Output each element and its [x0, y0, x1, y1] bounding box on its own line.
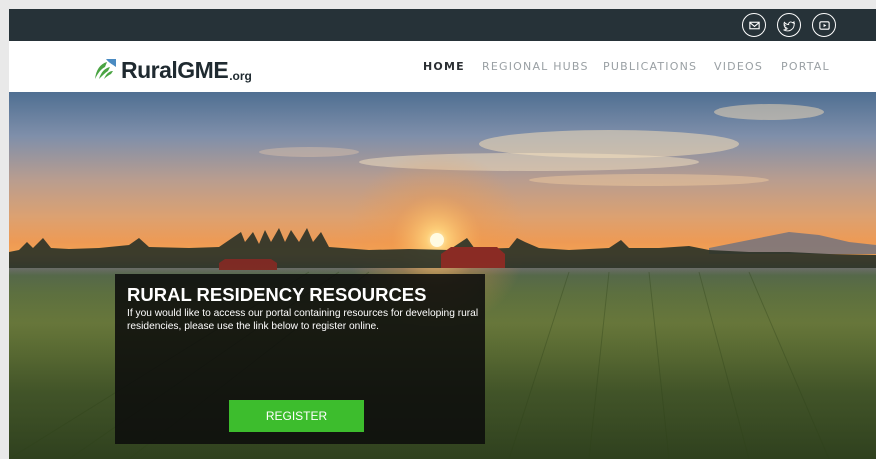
- leaf-icon: [95, 59, 116, 79]
- nav-regional-hubs[interactable]: REGIONAL HUBS: [482, 41, 589, 92]
- hero-banner: RURAL RESIDENCY RESOURCES If you would l…: [9, 92, 876, 459]
- navbar: RuralGME .org HOME REGIONAL HUBS PUBLICA…: [9, 41, 876, 92]
- nav-portal[interactable]: PORTAL: [781, 41, 830, 92]
- browser-viewport: RuralGME .org HOME REGIONAL HUBS PUBLICA…: [9, 9, 876, 459]
- logo-suffix: .org: [229, 69, 252, 83]
- register-button[interactable]: REGISTER: [229, 400, 364, 432]
- twitter-icon[interactable]: [777, 13, 801, 37]
- hero-description: If you would like to access our portal c…: [127, 308, 479, 332]
- hero-info-panel: RURAL RESIDENCY RESOURCES If you would l…: [115, 274, 485, 444]
- top-bar: [9, 9, 876, 41]
- nav-publications[interactable]: PUBLICATIONS: [603, 41, 697, 92]
- youtube-icon[interactable]: [812, 13, 836, 37]
- hero-title: RURAL RESIDENCY RESOURCES: [127, 284, 427, 305]
- nav-videos[interactable]: VIDEOS: [714, 41, 763, 92]
- logo-name: RuralGME: [121, 57, 229, 83]
- nav-home[interactable]: HOME: [423, 41, 465, 92]
- email-icon[interactable]: [742, 13, 766, 37]
- site-logo[interactable]: RuralGME .org: [94, 50, 252, 82]
